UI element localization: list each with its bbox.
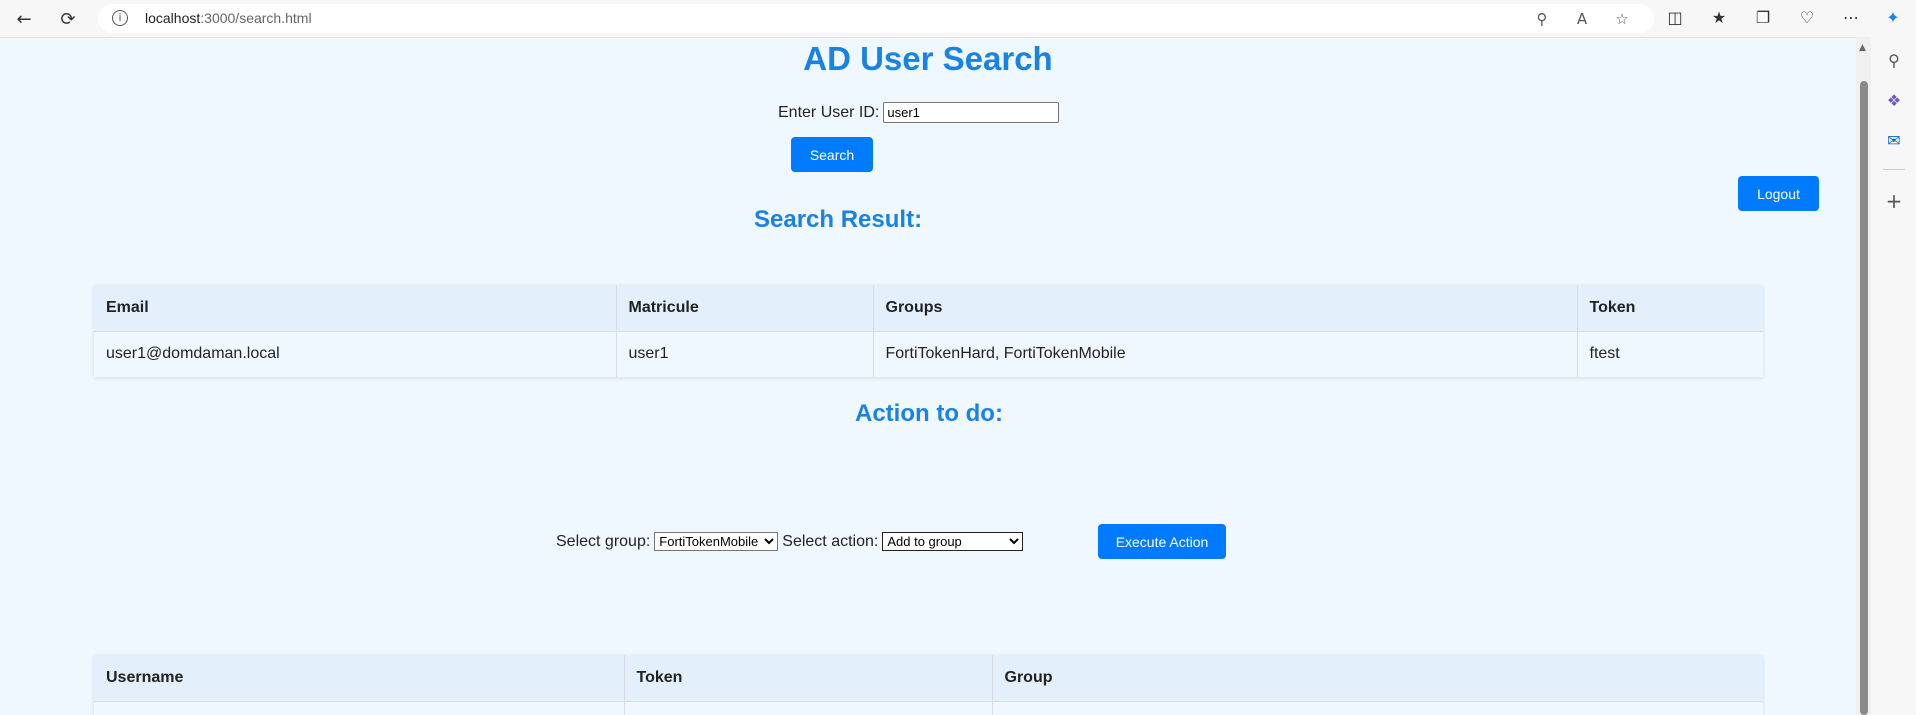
- select-action-label: Select action:: [782, 532, 879, 550]
- table-header-row: Email Matricule Groups Token: [94, 285, 1763, 332]
- browser-sidebar: ⚲ ❖ ✉ +: [1871, 37, 1916, 715]
- bottom-table: Username Token Group: [94, 655, 1763, 715]
- column-header-groups: Groups: [873, 285, 1578, 332]
- select-group-label: Select group:: [556, 532, 651, 550]
- copilot-icon[interactable]: ✦: [1882, 8, 1904, 30]
- collections-icon[interactable]: ❐: [1752, 8, 1774, 30]
- more-menu-icon[interactable]: ⋯: [1840, 8, 1862, 30]
- execute-action-button[interactable]: Execute Action: [1098, 524, 1226, 559]
- table-header-row: Username Token Group: [94, 655, 1763, 702]
- action-form: Select group: FortiTokenMobile Select ac…: [556, 532, 1027, 551]
- table-row: [94, 701, 1763, 715]
- userid-form: Enter User ID:: [778, 102, 1060, 123]
- scroll-thumb[interactable]: [1860, 81, 1868, 715]
- favorites-icon[interactable]: ★: [1708, 8, 1730, 30]
- browser-essentials-icon[interactable]: ♡: [1796, 8, 1818, 30]
- page-scrollbar[interactable]: ▲: [1856, 37, 1871, 715]
- search-result-table: Email Matricule Groups Token user1@domda…: [94, 285, 1763, 377]
- back-icon[interactable]: ←: [11, 6, 37, 32]
- cell-email: user1@domdaman.local: [94, 331, 617, 377]
- userid-input[interactable]: [883, 102, 1060, 123]
- userid-label: Enter User ID:: [778, 103, 880, 121]
- column-header-group: Group: [992, 655, 1763, 702]
- action-select[interactable]: Add to group: [882, 532, 1024, 551]
- group-select[interactable]: FortiTokenMobile: [654, 532, 779, 551]
- browser-toolbar: ← ⟳ i localhost:3000/search.html ⚲ A ☆ ◫…: [0, 0, 1916, 37]
- split-screen-icon[interactable]: ◫: [1664, 8, 1686, 30]
- url-host: localhost: [145, 10, 201, 26]
- page-title: AD User Search: [803, 40, 1053, 77]
- cell-matricule: user1: [616, 331, 874, 377]
- add-icon[interactable]: +: [1883, 189, 1905, 213]
- outlook-icon[interactable]: ✉: [1883, 131, 1905, 153]
- cell-groups: FortiTokenHard, FortiTokenMobile: [873, 331, 1578, 377]
- sidebar-divider: [1883, 169, 1905, 170]
- favorite-star-icon[interactable]: ☆: [1612, 10, 1632, 28]
- shopping-icon[interactable]: ❖: [1883, 91, 1905, 113]
- scroll-up-arrow-icon[interactable]: ▲: [1859, 43, 1866, 53]
- address-bar[interactable]: i localhost:3000/search.html ⚲ A ☆: [98, 4, 1654, 33]
- site-info-icon[interactable]: i: [112, 10, 128, 26]
- refresh-icon[interactable]: ⟳: [55, 6, 81, 32]
- action-title: Action to do:: [855, 400, 1003, 427]
- logout-button[interactable]: Logout: [1738, 176, 1819, 211]
- column-header-username: Username: [94, 655, 625, 702]
- url-text[interactable]: localhost:3000/search.html: [145, 10, 312, 26]
- cell-token: ftest: [1589, 345, 1620, 363]
- search-icon[interactable]: ⚲: [1883, 51, 1905, 73]
- column-header-token: Token: [1577, 285, 1763, 332]
- column-header-matricule: Matricule: [616, 285, 874, 332]
- column-header-token: Token: [624, 655, 993, 702]
- search-button[interactable]: Search: [791, 137, 873, 172]
- search-result-title: Search Result:: [754, 206, 923, 233]
- url-path: :3000/search.html: [200, 10, 312, 26]
- read-aloud-icon[interactable]: A: [1572, 10, 1592, 28]
- page-viewport: AD User Search Enter User ID: Search Log…: [0, 37, 1856, 715]
- table-row: user1@domdaman.local user1 FortiTokenHar…: [94, 331, 1763, 377]
- column-header-email: Email: [94, 285, 617, 332]
- key-icon[interactable]: ⚲: [1532, 10, 1552, 28]
